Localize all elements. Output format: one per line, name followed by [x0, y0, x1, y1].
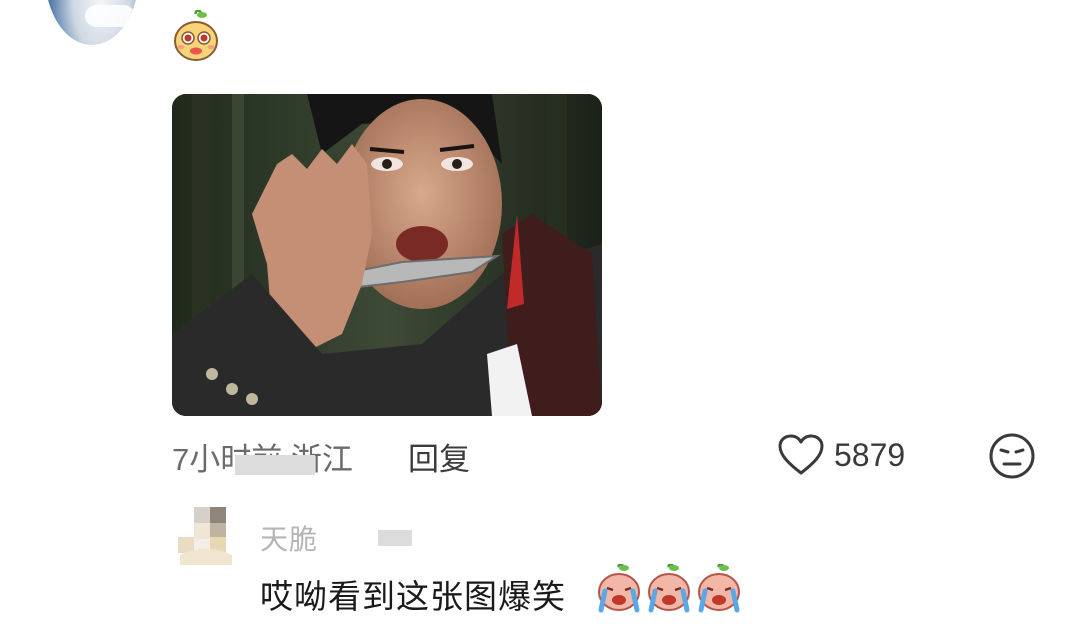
reply-text: 哎呦看到这张图爆笑: [260, 578, 566, 615]
heart-icon: [778, 434, 824, 475]
reply-emoji-row: [595, 564, 743, 614]
crying-laughing-emoji-icon: [698, 564, 740, 613]
commenter-avatar[interactable]: [45, 0, 139, 45]
movie-still-photo: [172, 94, 602, 416]
cute-blob-emoji-icon: [174, 10, 218, 61]
neutral-face-icon[interactable]: [988, 432, 1036, 480]
blurred-avatar-icon: [176, 507, 250, 567]
reply-username[interactable]: 天脆: [260, 518, 318, 558]
crying-laughing-emoji-icon: [648, 564, 690, 613]
like-count: 5879: [834, 436, 906, 473]
reply-avatar[interactable]: [176, 507, 250, 567]
username-blur: [378, 530, 412, 546]
privacy-blur: [235, 455, 315, 475]
comment-image[interactable]: [172, 94, 602, 416]
cloud-shape: [85, 5, 135, 27]
crying-laughing-emoji-icon: [598, 564, 640, 613]
reply-button[interactable]: 回复: [408, 434, 470, 479]
like-button[interactable]: 5879: [778, 434, 905, 476]
